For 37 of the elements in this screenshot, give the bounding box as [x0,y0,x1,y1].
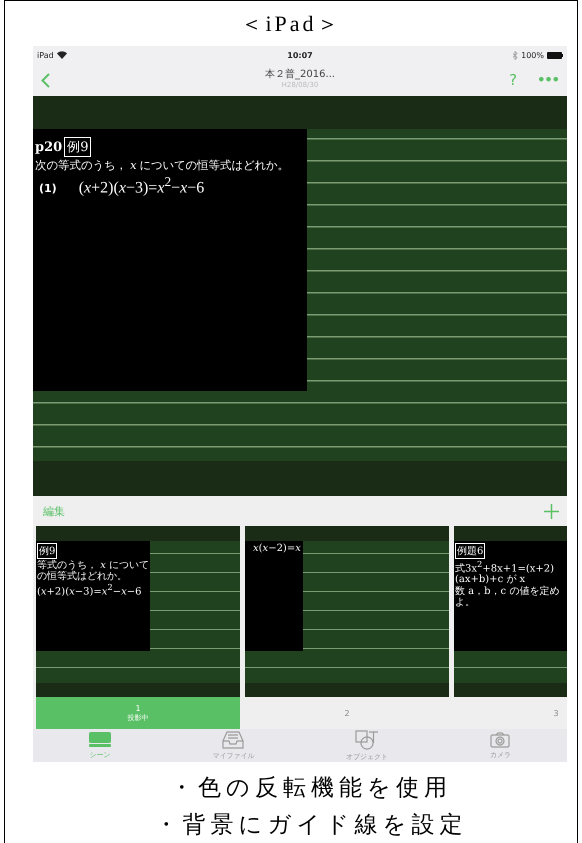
wifi-icon [56,51,67,59]
example-label: 例9 [37,543,58,559]
scene-number: 2 [344,708,350,718]
slide-text: 等式のうち， x についての恒等式はどれか。 [37,560,149,582]
scene-number: 3 [553,708,559,718]
camera-icon [490,732,510,748]
slide-text: 式3x$^{2}$+8x+1=(x+2)(ax+b)+c が x [455,560,556,586]
more-button[interactable]: ••• [537,72,559,88]
slide-text: x(x−2)=x [253,543,302,554]
example-label: 例題6 [455,543,486,559]
slide-text: 数 a，b，c の値を定めよ。 [455,586,560,608]
caption-line: ・背景にガイド線を設定 [154,811,468,839]
page-number: p20 [35,140,62,154]
back-icon[interactable] [41,72,50,88]
battery-level: 100% [521,50,544,60]
clock: 10:07 [287,50,313,60]
formula: (x+2)(x−3)=x$^{2}$−x−6 [78,174,204,198]
item-number: (1) [39,182,57,196]
shapes-icon [354,730,379,750]
help-button[interactable]: ? [509,71,518,89]
add-icon[interactable] [544,504,559,518]
caption-line: ・色の反転機能を使用 [170,774,452,802]
figure-caption: ＜iPad＞ [240,10,342,38]
scene-icon [88,731,112,748]
scene-thumbnail[interactable]: 例題6 式3x$^{2}$+8x+1=(x+2)(ax+b)+c が x 数 a，b，c の値を定めよ。 [454,526,567,697]
question-text: 次の等式のうち， x についての恒等式はどれか。 [35,158,290,173]
bluetooth-icon [513,50,518,60]
slide-text: (x+2)(x−3)=x$^{2}$−x−6 [37,583,142,598]
tray-icon [222,730,244,748]
battery-icon [547,52,563,58]
scene-thumbnail[interactable]: x(x−2)=x [245,526,449,697]
example-label: 例9 [64,137,92,157]
scene-thumbnail[interactable]: 例9 等式のうち， x についての恒等式はどれか。 (x+2)(x−3)=x$^{2}$−x−6 [36,526,240,697]
scene-number: 1 [135,704,141,712]
device-name: iPad [37,50,54,60]
edit-link[interactable]: 編集 [43,504,65,518]
document-title: 本２普_2016... [265,68,335,81]
